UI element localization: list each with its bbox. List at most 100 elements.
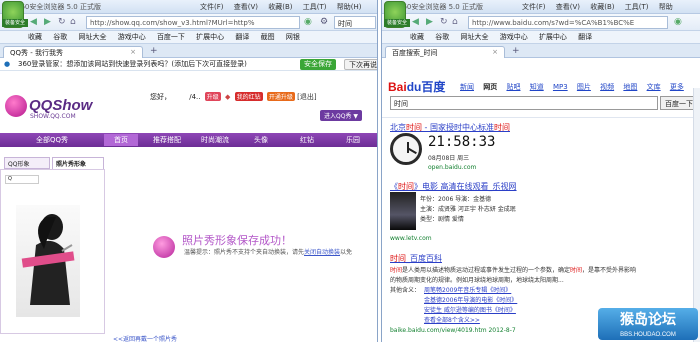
safe-save-button[interactable]: 安全保存 <box>300 59 336 70</box>
meaning-link[interactable]: 安徒生 威尔逊等编的图书《时间》 <box>424 305 516 314</box>
refresh-icon[interactable]: ↻ <box>58 17 66 27</box>
menu-view[interactable]: 查看(V) <box>234 3 258 11</box>
nav-news[interactable]: 新闻 <box>460 83 474 91</box>
fav-item[interactable]: 百度一下 <box>157 33 185 41</box>
safety-shield-icon[interactable]: ◉ <box>674 17 682 27</box>
browser-logo-icon[interactable]: 装备安全 <box>384 1 410 28</box>
home-icon[interactable]: ⌂ <box>70 17 76 27</box>
divider <box>382 117 700 118</box>
home-icon[interactable]: ⌂ <box>452 17 458 27</box>
my-red-diamond-button[interactable]: 我的红钻 <box>234 92 263 101</box>
nav-wenku[interactable]: 文库 <box>647 83 661 91</box>
upgrade-button[interactable]: 开通升级 <box>266 92 295 101</box>
movie-poster-image[interactable] <box>390 192 416 230</box>
menu-help[interactable]: 帮助(H) <box>337 3 362 11</box>
browser-switch-icon[interactable]: ⚙ <box>320 17 328 27</box>
menu-file[interactable]: 文件(F) <box>522 3 546 11</box>
nav-images[interactable]: 图片 <box>577 83 591 91</box>
menu-bar: 文件(F) 查看(V) 收藏(B) 工具(T) 帮助 <box>522 2 681 12</box>
nav-red-diamond[interactable]: 红钻 <box>300 135 314 145</box>
baidu-logo[interactable]: Baidu百度 <box>388 78 445 95</box>
fav-item[interactable]: 收藏 <box>28 33 42 41</box>
fav-item[interactable]: 收藏 <box>410 33 424 41</box>
tab-qqshow[interactable]: QQ秀 - 我行我秀 × <box>3 46 143 58</box>
panel-search-box[interactable]: Q <box>5 175 39 184</box>
enter-qqshow-button[interactable]: 进入QQ秀 ▼ <box>320 110 362 121</box>
back-link[interactable]: <<返回再戴一个照片秀 <box>113 334 177 342</box>
disable-auto-change-link[interactable]: 关闭自动换装 <box>304 249 340 256</box>
tab-baidu[interactable]: 百度搜索_时间 × <box>385 46 505 58</box>
back-icon[interactable]: ◀ <box>30 17 37 27</box>
fav-item[interactable]: 谷歌 <box>435 33 449 41</box>
level-badge[interactable]: 升级 <box>204 92 221 101</box>
meaning-link[interactable]: 周笔畅2009年音乐专辑《时间》 <box>424 285 511 294</box>
clock-icon <box>390 133 422 165</box>
fav-item[interactable]: 扩展中心 <box>196 33 224 41</box>
search-input[interactable]: 时间 <box>334 16 376 29</box>
close-tab-icon[interactable]: × <box>130 48 136 56</box>
menu-favorites[interactable]: 收藏(B) <box>268 3 292 11</box>
nav-more[interactable]: 更多 <box>670 83 684 91</box>
logout-link[interactable]: [退出] <box>297 93 316 101</box>
fav-item[interactable]: 游戏中心 <box>500 33 528 41</box>
refresh-icon[interactable]: ↻ <box>440 17 448 27</box>
tab-qq-avatar[interactable]: QQ形象 <box>4 157 50 169</box>
tab-label: QQ秀 - 我行我秀 <box>10 49 63 57</box>
forward-icon[interactable]: ▶ <box>44 17 51 27</box>
nav-home[interactable]: 首页 <box>104 134 138 146</box>
menu-tools[interactable]: 工具(T) <box>303 3 327 11</box>
new-tab-icon[interactable]: + <box>512 46 520 56</box>
menu-view[interactable]: 查看(V) <box>556 3 580 11</box>
fav-item[interactable]: 翻译 <box>578 33 592 41</box>
result-title-baike[interactable]: 时间_百度百科 <box>390 253 442 264</box>
nav-park[interactable]: 乐园 <box>346 135 360 145</box>
fav-item[interactable]: 游戏中心 <box>118 33 146 41</box>
later-button[interactable]: 下次再说 <box>344 59 377 70</box>
result-title-movie[interactable]: 《时间》电影 高清在线观看_乐视网 <box>390 181 517 192</box>
fav-item[interactable]: 扩展中心 <box>539 33 567 41</box>
page-scrollbar[interactable] <box>693 88 700 342</box>
address-input[interactable]: http://www.baidu.com/s?wd=%CA%B1%BC%E <box>468 16 668 29</box>
fav-item[interactable]: 网址大全 <box>78 33 106 41</box>
fav-item[interactable]: 网银 <box>286 33 300 41</box>
photo-show-image <box>16 205 80 317</box>
nav-web[interactable]: 网页 <box>483 83 497 91</box>
nav-mp3[interactable]: MP3 <box>553 83 568 91</box>
nav-recommend[interactable]: 推荐搭配 <box>153 135 181 145</box>
forward-icon[interactable]: ▶ <box>426 17 433 27</box>
browser-window-right: 360安全浏览器 5.0 正式版 文件(F) 查看(V) 收藏(B) 工具(T)… <box>381 0 700 342</box>
baidu-search-input[interactable]: 时间 <box>390 96 658 110</box>
tab-strip: 百度搜索_时间 × + <box>382 44 700 58</box>
menu-help[interactable]: 帮助 <box>659 3 673 11</box>
safety-shield-icon[interactable]: ◉ <box>304 17 312 27</box>
result-title-beijing-time[interactable]: 北京时间 - 国家授时中心标准时间 <box>390 122 510 133</box>
result-url[interactable]: baike.baidu.com/view/4019.htm 2012-8-7 <box>390 327 516 334</box>
back-icon[interactable]: ◀ <box>412 17 419 27</box>
address-input[interactable]: http://show.qq.com/show_v3.html?MUrl=htt… <box>86 16 300 29</box>
browser-logo-icon[interactable]: 装备安全 <box>2 1 28 28</box>
nav-avatar[interactable]: 头像 <box>254 135 268 145</box>
nav-map[interactable]: 地图 <box>623 83 637 91</box>
fav-item[interactable]: 截图 <box>261 33 275 41</box>
nav-video[interactable]: 视频 <box>600 83 614 91</box>
menu-tools[interactable]: 工具(T) <box>625 3 649 11</box>
meaning-link[interactable]: 金基德2006年导演的电影《时间》 <box>424 295 517 304</box>
nav-all-qqshow[interactable]: 全部QQ秀 <box>36 135 68 145</box>
fav-item[interactable]: 网址大全 <box>460 33 488 41</box>
menu-file[interactable]: 文件(F) <box>200 3 224 11</box>
logo-tag: 装备安全 <box>384 19 410 27</box>
nav-fashion[interactable]: 时尚潮流 <box>201 135 229 145</box>
login-notice-bar: ● 360登录管家：想添加该网站到快速登录列表吗？(添加后下次可直接登录) 安全… <box>0 58 377 71</box>
new-tab-icon[interactable]: + <box>150 46 158 56</box>
nav-tieba[interactable]: 贴吧 <box>506 83 520 91</box>
result-url[interactable]: open.baidu.com <box>428 164 476 171</box>
result-url[interactable]: www.letv.com <box>390 235 432 242</box>
menu-favorites[interactable]: 收藏(B) <box>590 3 614 11</box>
all-meanings-link[interactable]: 查看全部8个含义>> <box>424 315 480 324</box>
close-tab-icon[interactable]: × <box>492 48 498 56</box>
baike-snippet-line1: 时间是人类用以描述物质运动过程或事件发生过程的一个参数，确定时间，是靠不受外界影… <box>390 267 637 274</box>
tab-photo-show[interactable]: 照片秀形象 <box>52 157 104 169</box>
fav-item[interactable]: 翻译 <box>235 33 249 41</box>
fav-item[interactable]: 谷歌 <box>53 33 67 41</box>
nav-zhidao[interactable]: 知道 <box>530 83 544 91</box>
